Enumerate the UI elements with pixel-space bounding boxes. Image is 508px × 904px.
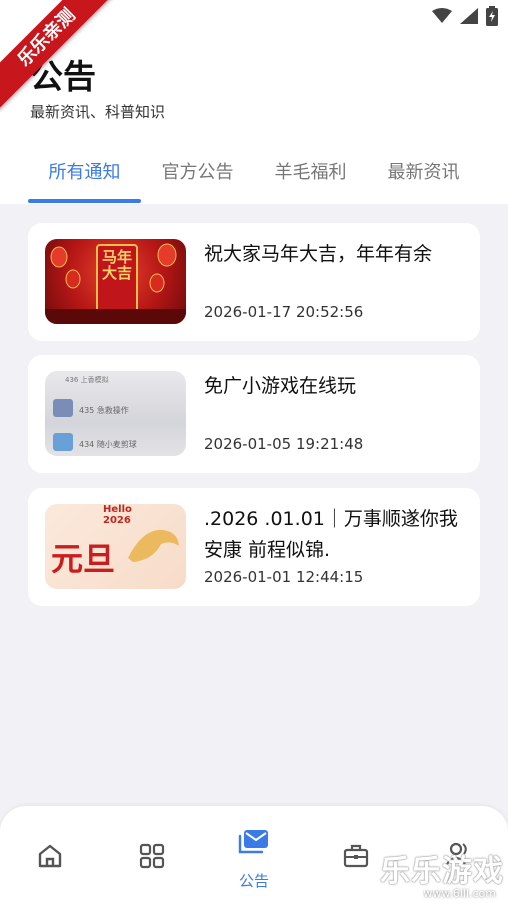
- briefcase-icon: [343, 844, 369, 868]
- tab-active-indicator: [28, 199, 141, 203]
- thumbnail-text: 马年大吉: [101, 248, 132, 282]
- notice-timestamp: 2026-01-17 20:52:56: [204, 303, 364, 321]
- notice-card[interactable]: 马年大吉 祝大家马年大吉，年年有余 2026-01-17 20:52:56: [28, 223, 480, 341]
- watermark-logo: 乐乐游戏: [380, 854, 504, 889]
- tab-bar: 所有通知 官方公告 羊毛福利 最新资讯: [0, 150, 508, 204]
- tab-welfare[interactable]: 羊毛福利: [254, 158, 367, 184]
- signal-icon: [460, 8, 478, 24]
- notice-title: 免广小游戏在线玩: [204, 375, 357, 397]
- notice-timestamp: 2026-01-05 19:21:48: [204, 435, 364, 453]
- tab-all-notices[interactable]: 所有通知: [28, 158, 141, 184]
- mail-icon: [238, 830, 268, 854]
- notice-title: .2026 .01.01｜万事顺遂你我安康 前程似锦.: [204, 508, 458, 561]
- nav-apps[interactable]: [112, 806, 192, 904]
- thumbnail-list-row: 435 急救操作: [79, 406, 129, 415]
- notice-list: 马年大吉 祝大家马年大吉，年年有余 2026-01-17 20:52:56 43…: [0, 204, 508, 904]
- notice-thumbnail: 436 上香模拟 435 急救操作 434 随小麦剪球: [45, 371, 186, 456]
- horse-icon: [128, 529, 179, 562]
- battery-icon: [486, 6, 498, 26]
- thumbnail-app-icon: [53, 399, 73, 417]
- status-icons: [432, 6, 498, 26]
- watermark-url: www.6ill.com: [423, 887, 496, 900]
- notice-thumbnail: Hello 2026 元旦: [45, 504, 186, 589]
- thumbnail-list-row: 434 随小麦剪球: [79, 440, 137, 449]
- apps-icon: [139, 843, 165, 869]
- tab-official[interactable]: 官方公告: [141, 158, 254, 184]
- home-icon: [38, 844, 62, 868]
- nav-home[interactable]: [10, 806, 90, 904]
- bottom-navigation: 公告 乐乐游戏 www.6ill.com: [0, 806, 508, 904]
- thumbnail-app-icon: [53, 433, 73, 451]
- notice-card[interactable]: 436 上香模拟 435 急救操作 434 随小麦剪球 免广小游戏在线玩 202…: [28, 355, 480, 473]
- thumbnail-list-row: 436 上香模拟: [65, 376, 109, 384]
- nav-announcements[interactable]: 公告: [214, 806, 294, 904]
- page-subtitle: 最新资讯、科普知识: [30, 103, 166, 121]
- wifi-icon: [432, 8, 452, 23]
- nav-announcements-label: 公告: [238, 872, 269, 890]
- notice-timestamp: 2026-01-01 12:44:15: [204, 568, 364, 586]
- thumbnail-greeting: Hello: [103, 504, 132, 515]
- tab-latest-news[interactable]: 最新资讯: [367, 158, 480, 184]
- notice-thumbnail: 马年大吉: [45, 239, 186, 324]
- notice-title: 祝大家马年大吉，年年有余: [204, 243, 433, 265]
- notice-card[interactable]: Hello 2026 元旦 .2026 .01.01｜万事顺遂你我安康 前程似锦…: [28, 488, 480, 606]
- thumbnail-title: 元旦: [51, 540, 116, 578]
